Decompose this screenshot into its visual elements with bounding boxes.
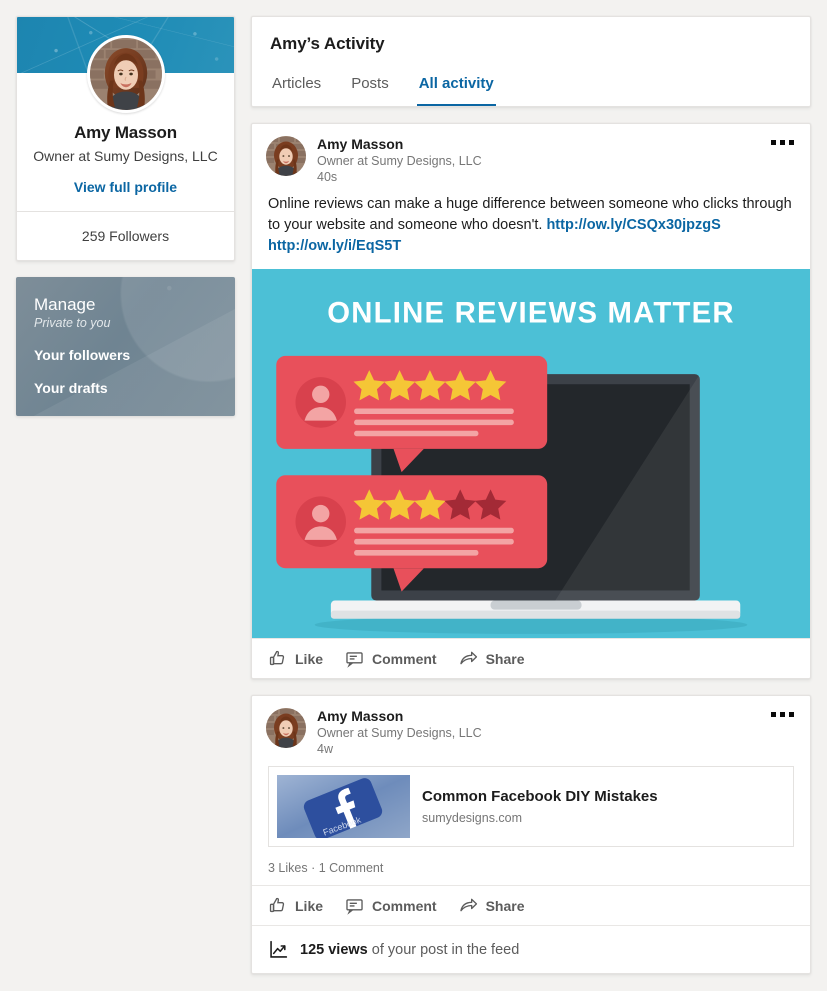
page-title: Amy’s Activity [270,34,385,53]
profile-name: Amy Masson [74,123,177,142]
link-preview-domain: sumydesigns.com [422,811,523,826]
share-arrow-icon [459,651,477,665]
post-action-bar: Like Comment Share [252,885,810,925]
post-timestamp: 40s [317,170,338,184]
views-suffix: of your post in the feed [367,941,520,958]
link-preview-thumbnail: Facebook [277,775,410,838]
speech-bubble-icon [346,652,363,668]
avatar-container [17,35,234,113]
like-label: Like [295,897,324,914]
share-label: Share [485,650,525,667]
manage-item-your-drafts[interactable]: Your drafts [34,380,217,396]
post-author-block: Amy Masson Owner at Sumy Designs, LLC 40… [317,136,482,184]
profile-headline: Owner at Sumy Designs, LLC [33,148,218,164]
link-preview-body: Common Facebook DIY Mistakes sumydesigns… [418,780,670,834]
overflow-menu-icon[interactable] [769,136,796,149]
post-link-primary[interactable]: http://ow.ly/CSQx30jpzgS [546,217,720,233]
activity-tabs: Articles Posts All activity [270,67,792,106]
tab-articles[interactable]: Articles [270,67,323,106]
banner-headline: ONLINE REVIEWS MATTER [327,297,734,330]
speech-bubble-icon [346,899,363,915]
analytics-chart-icon [270,940,288,958]
avatar[interactable] [86,35,165,113]
manage-title: Manage [34,294,96,314]
linkedin-activity-page: Amy Masson Owner at Sumy Designs, LLC Vi… [0,0,827,991]
avatar[interactable] [266,136,306,176]
views-count: 125 views [300,941,368,958]
profile-body: Amy Masson Owner at Sumy Designs, LLC Vi… [17,113,234,211]
post-action-bar: Like Comment Share [252,638,810,678]
post-header: Amy Masson Owner at Sumy Designs, LLC 4w [252,696,810,766]
view-full-profile-link[interactable]: View full profile [29,179,222,195]
share-button[interactable]: Share [459,896,525,915]
left-sidebar: Amy Masson Owner at Sumy Designs, LLC Vi… [16,16,235,975]
post-image[interactable]: ONLINE REVIEWS MATTER [252,269,810,638]
like-label: Like [295,650,324,667]
comment-label: Comment [372,650,437,667]
activity-column: Amy’s Activity Articles Posts All activi… [251,16,811,975]
social-counts[interactable]: 3 Likes · 1 Comment [252,859,810,885]
post-author-headline: Owner at Sumy Designs, LLC [317,154,482,168]
avatar[interactable] [266,708,306,748]
overflow-menu-icon[interactable] [769,708,796,721]
post-card: Amy Masson Owner at Sumy Designs, LLC 40… [251,123,811,679]
post-author-name[interactable]: Amy Masson [317,708,482,724]
post-timestamp: 4w [317,742,333,756]
post-text: Online reviews can make a huge differenc… [252,194,810,269]
comment-button[interactable]: Comment [345,896,437,915]
link-preview-title: Common Facebook DIY Mistakes [422,787,658,805]
tab-posts[interactable]: Posts [349,67,391,106]
post-card: Amy Masson Owner at Sumy Designs, LLC 4w [251,695,811,974]
post-link-secondary[interactable]: http://ow.ly/i/EqS5T [268,238,401,254]
views-text: 125 views of your post in the feed [300,942,519,958]
thumbs-up-icon [269,650,285,666]
post-author-headline: Owner at Sumy Designs, LLC [317,726,482,740]
profile-card: Amy Masson Owner at Sumy Designs, LLC Vi… [16,16,235,261]
activity-header-card: Amy’s Activity Articles Posts All activi… [251,16,811,107]
share-arrow-icon [459,898,477,912]
post-header: Amy Masson Owner at Sumy Designs, LLC 40… [252,124,810,194]
link-preview-card[interactable]: Facebook Common Facebook DIY Mistakes su… [268,766,794,847]
manage-subtitle: Private to you [34,315,111,330]
followers-count: 259 Followers [81,227,170,244]
like-button[interactable]: Like [268,649,323,668]
manage-item-your-followers[interactable]: Your followers [34,347,217,363]
post-author-name[interactable]: Amy Masson [317,136,482,152]
manage-card: Manage Private to you Your followers You… [16,276,235,416]
comment-button[interactable]: Comment [345,649,437,668]
share-button[interactable]: Share [459,649,525,668]
post-author-block: Amy Masson Owner at Sumy Designs, LLC 4w [317,708,482,756]
comment-label: Comment [372,897,437,914]
post-views-bar[interactable]: 125 views of your post in the feed [252,925,810,973]
like-button[interactable]: Like [268,896,323,915]
thumbs-up-icon [269,897,285,913]
tab-all-activity[interactable]: All activity [416,67,496,106]
share-label: Share [485,897,525,914]
